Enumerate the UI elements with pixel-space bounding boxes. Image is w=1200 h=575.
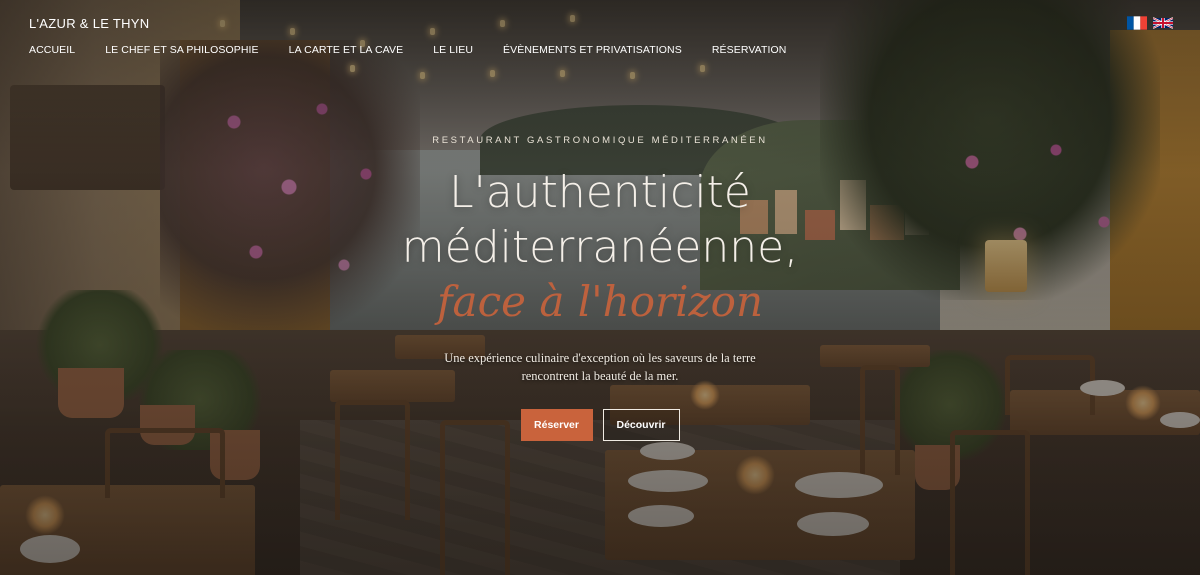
- main-nav: ACCUEIL LE CHEF ET SA PHILOSOPHIE LA CAR…: [29, 44, 816, 56]
- french-flag-icon[interactable]: [1127, 16, 1147, 30]
- reserve-button[interactable]: Réserver: [520, 409, 593, 441]
- nav-item-carte[interactable]: LA CARTE ET LA CAVE: [289, 44, 404, 56]
- nav-item-lieu[interactable]: LE LIEU: [433, 44, 473, 56]
- site-logo[interactable]: L'AZUR & LE THYN: [29, 16, 149, 31]
- nav-item-evenements[interactable]: ÉVÈNEMENTS ET PRIVATISATIONS: [503, 44, 682, 56]
- hero-section: RESTAURANT GASTRONOMIQUE MÉDITERRANÉEN L…: [0, 0, 1200, 575]
- hero-accent-line: face à l'horizon: [437, 277, 763, 326]
- nav-item-chef[interactable]: LE CHEF ET SA PHILOSOPHIE: [105, 44, 258, 56]
- nav-item-accueil[interactable]: ACCUEIL: [29, 44, 75, 56]
- hero-headline: L'authenticité méditerranéenne,: [0, 165, 1200, 275]
- site-header: L'AZUR & LE THYN ACCUEIL LE CHEF ET SA P…: [0, 0, 1200, 75]
- hero-lead-line-1: Une expérience culinaire d'exception où …: [444, 351, 756, 365]
- hero-lead-line-2: rencontrent la beauté de la mer.: [521, 369, 679, 383]
- hero-headline-line-1: L'authenticité: [449, 167, 751, 218]
- uk-flag-icon[interactable]: [1153, 16, 1173, 30]
- hero-actions: Réserver Découvrir: [0, 409, 1200, 441]
- language-switcher: [1127, 16, 1173, 30]
- hero-eyebrow: RESTAURANT GASTRONOMIQUE MÉDITERRANÉEN: [432, 135, 768, 146]
- hero-headline-line-2: méditerranéenne,: [401, 222, 799, 273]
- discover-button[interactable]: Découvrir: [602, 409, 680, 441]
- nav-item-reservation[interactable]: RÉSERVATION: [712, 44, 787, 56]
- hero-lead: Une expérience culinaire d'exception où …: [400, 349, 800, 385]
